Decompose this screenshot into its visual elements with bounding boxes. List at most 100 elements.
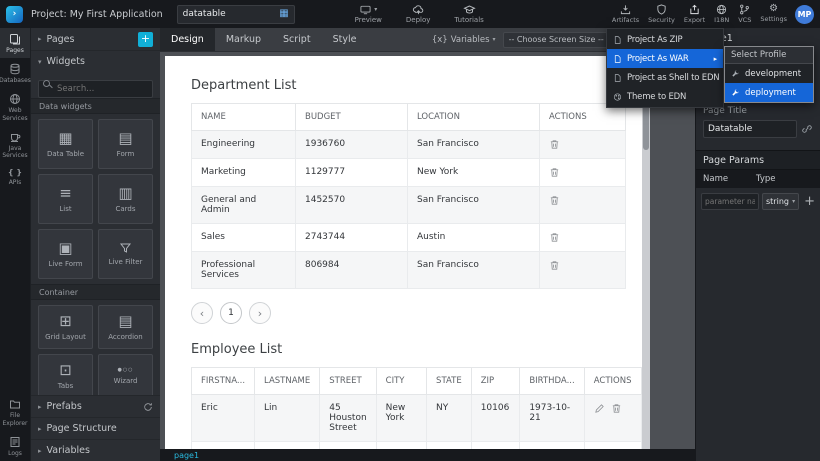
- table-header-row: FIRSTNA... LASTNAME STREET CITY STATE ZI…: [192, 368, 642, 395]
- widget-accordion[interactable]: ▤ Accordion: [98, 305, 153, 349]
- delete-row-icon[interactable]: [549, 260, 560, 271]
- artifacts-button[interactable]: Artifacts: [612, 4, 639, 24]
- delete-row-icon[interactable]: [611, 403, 622, 414]
- folder-icon: [9, 398, 21, 410]
- widget-tabs[interactable]: ⊡ Tabs: [38, 354, 93, 395]
- open-page-tab[interactable]: page1: [174, 451, 199, 460]
- menu-item-project-as-zip[interactable]: Project As ZIP: [607, 30, 723, 49]
- export-button[interactable]: Export: [684, 4, 705, 24]
- param-type-column: Type: [756, 174, 820, 184]
- war-file-icon: [613, 54, 622, 64]
- widget-form[interactable]: ▤ Form: [98, 119, 153, 169]
- chevron-down-icon: ▾: [374, 6, 377, 13]
- delete-row-icon[interactable]: [549, 232, 560, 243]
- i18n-button[interactable]: I18N: [714, 4, 729, 24]
- rail-item-java-services[interactable]: Java Services: [0, 126, 30, 163]
- param-name-input[interactable]: [701, 193, 759, 210]
- refresh-icon[interactable]: [143, 402, 153, 412]
- table-row[interactable]: General and Admin 1452570 San Francisco: [192, 187, 626, 224]
- theme-palette-icon: [613, 92, 622, 102]
- page-title-input[interactable]: [703, 120, 797, 138]
- coffee-cup-icon: [9, 131, 21, 143]
- delete-row-icon[interactable]: [549, 195, 560, 206]
- table-row[interactable]: Sales 2743744 Austin: [192, 224, 626, 252]
- pager-next-button[interactable]: ›: [249, 302, 271, 324]
- pager-page-button[interactable]: 1: [220, 302, 242, 324]
- table-row[interactable]: Brad Tucker 25 Liberty Pl Boston MA 0212…: [192, 442, 642, 450]
- add-page-button[interactable]: +: [138, 32, 153, 47]
- shell-file-icon: [613, 73, 622, 83]
- user-avatar[interactable]: MP: [795, 5, 814, 24]
- tab-markup[interactable]: Markup: [215, 28, 272, 51]
- widget-list[interactable]: ≡ List: [38, 174, 93, 224]
- table-row[interactable]: Professional Services 806984 San Francis…: [192, 252, 626, 289]
- tutorials-icon: [463, 5, 476, 15]
- widget-wizard[interactable]: ●○○ Wizard: [98, 354, 153, 395]
- deploy-icon: [412, 5, 425, 15]
- tab-script[interactable]: Script: [272, 28, 322, 51]
- pager-prev-button[interactable]: ‹: [191, 302, 213, 324]
- delete-row-icon[interactable]: [549, 167, 560, 178]
- param-type-select[interactable]: string ▾: [762, 193, 799, 210]
- variables-section-header[interactable]: ▸ Variables: [31, 439, 160, 461]
- widget-cards[interactable]: ▥ Cards: [98, 174, 153, 224]
- export-menu: Project As ZIP Project As WAR ▸ Project …: [606, 28, 724, 108]
- tab-style[interactable]: Style: [322, 28, 368, 51]
- deploy-button[interactable]: Deploy: [406, 5, 431, 24]
- bind-link-icon[interactable]: [801, 123, 813, 135]
- rail-item-logs[interactable]: Logs: [0, 431, 30, 461]
- table-row[interactable]: Marketing 1129777 New York: [192, 159, 626, 187]
- search-input[interactable]: [38, 80, 153, 98]
- chevron-right-icon: ▸: [38, 35, 42, 43]
- table-row[interactable]: Engineering 1936760 San Francisco: [192, 131, 626, 159]
- pages-section-header[interactable]: ▸ Pages +: [31, 28, 160, 50]
- preview-button[interactable]: ▾ Preview: [355, 5, 382, 24]
- page-selector[interactable]: datatable ▦: [177, 5, 295, 24]
- left-panel: ▸ Pages + ▾ Widgets Data widgets ▦ Data …: [30, 28, 160, 461]
- api-braces-icon: { }: [8, 168, 22, 177]
- menu-item-theme-edn[interactable]: Theme to EDN: [607, 87, 723, 106]
- submenu-item-deployment[interactable]: deployment: [725, 83, 813, 102]
- settings-button[interactable]: ⚙ Settings: [760, 4, 787, 24]
- rail-item-web-services[interactable]: Web Services: [0, 88, 30, 125]
- add-param-button[interactable]: +: [804, 195, 815, 208]
- rail-item-databases[interactable]: Databases: [0, 58, 30, 88]
- design-canvas[interactable]: Department List NAME BUDGET LOCATION ACT…: [165, 56, 642, 449]
- widgets-section-header[interactable]: ▾ Widgets: [31, 50, 160, 72]
- employee-table[interactable]: FIRSTNA... LASTNAME STREET CITY STATE ZI…: [191, 367, 642, 449]
- gear-icon: ⚙: [769, 4, 778, 14]
- department-table[interactable]: NAME BUDGET LOCATION ACTIONS Engineering…: [191, 103, 626, 289]
- menu-item-project-shell-edn[interactable]: Project as Shell to EDN: [607, 68, 723, 87]
- submenu-item-development[interactable]: development: [725, 64, 813, 83]
- prefabs-section-header[interactable]: ▸ Prefabs: [31, 395, 160, 417]
- delete-row-icon[interactable]: [549, 139, 560, 150]
- widget-live-filter[interactable]: Live Filter: [98, 229, 153, 279]
- chevron-down-icon: ▾: [38, 58, 42, 66]
- edit-row-icon[interactable]: [594, 403, 605, 414]
- widget-grid-layout[interactable]: ⊞ Grid Layout: [38, 305, 93, 349]
- rail-item-pages[interactable]: Pages: [0, 28, 30, 58]
- tab-design[interactable]: Design: [160, 28, 215, 51]
- chevron-down-icon: ▾: [792, 198, 795, 205]
- tutorials-button[interactable]: Tutorials: [454, 5, 483, 24]
- canvas-scrollbar[interactable]: [642, 56, 650, 449]
- zip-file-icon: [613, 35, 622, 45]
- container-widgets-grid: ⊞ Grid Layout ▤ Accordion ⊡ Tabs ●○○ Wiz…: [31, 300, 160, 395]
- page-params-header: Page Params: [696, 150, 820, 170]
- widget-data-table[interactable]: ▦ Data Table: [38, 119, 93, 169]
- grid-view-icon[interactable]: ▦: [279, 9, 288, 19]
- vcs-button[interactable]: VCS: [738, 4, 751, 24]
- branch-icon: [739, 4, 750, 15]
- globe-icon: [716, 4, 727, 15]
- table-row[interactable]: Eric Lin 45 Houston Street New York NY 1…: [192, 395, 642, 442]
- params-table-header: Name Type: [696, 170, 820, 188]
- rail-item-apis[interactable]: { } APIs: [0, 163, 30, 190]
- security-button[interactable]: Security: [648, 4, 675, 24]
- widget-live-form[interactable]: ▣ Live Form: [38, 229, 93, 279]
- menu-item-project-as-war[interactable]: Project As WAR ▸: [607, 49, 723, 68]
- page-structure-section-header[interactable]: ▸ Page Structure: [31, 417, 160, 439]
- rail-item-file-explorer[interactable]: File Explorer: [0, 393, 30, 430]
- project-label: Project: My First Application: [31, 9, 163, 20]
- variables-dropdown[interactable]: {x} Variables ▾: [432, 35, 496, 45]
- table-header-row: NAME BUDGET LOCATION ACTIONS: [192, 104, 626, 131]
